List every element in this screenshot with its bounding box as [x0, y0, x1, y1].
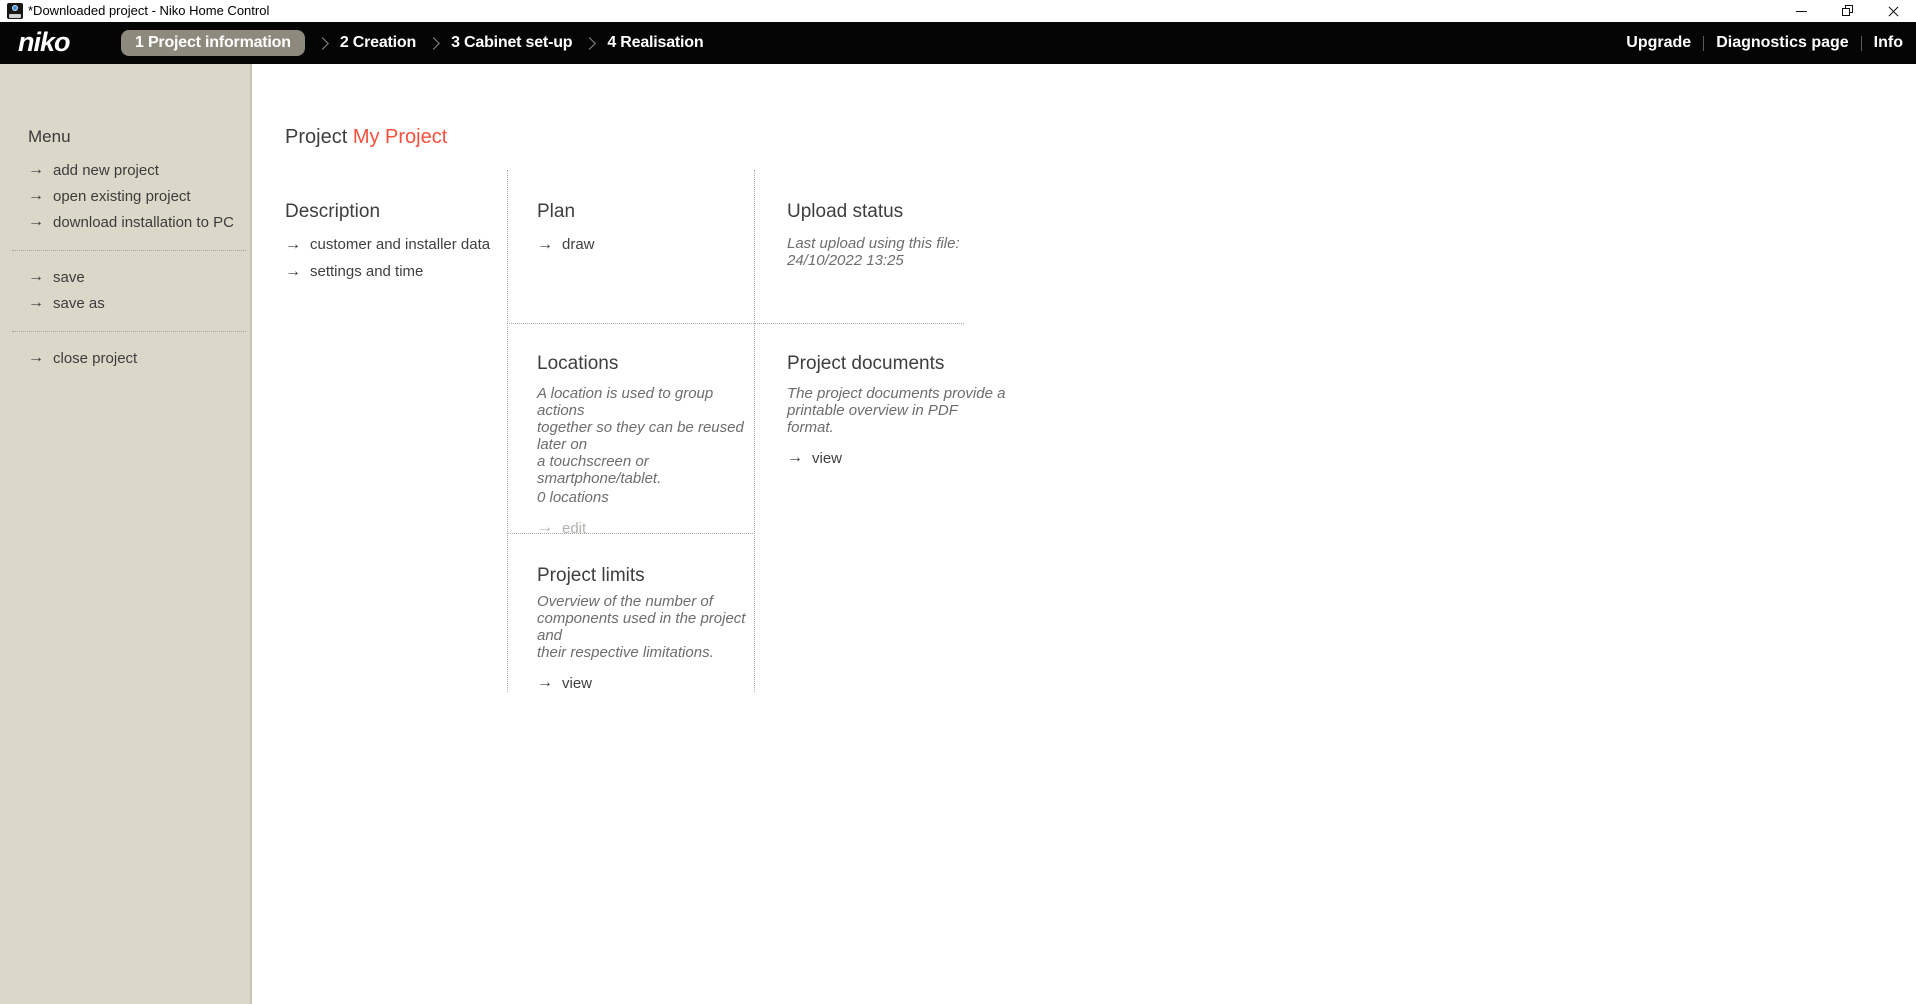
section-project-documents: Project documents The project documents …: [787, 352, 1007, 468]
window-controls: [1778, 0, 1916, 22]
sidebar-item-close-project[interactable]: → close project: [0, 345, 250, 371]
project-documents-description: The project documents provide a printabl…: [787, 385, 1006, 436]
minimize-button[interactable]: [1778, 0, 1824, 22]
link-label: draw: [562, 236, 595, 253]
link-label: customer and installer data: [310, 236, 491, 253]
column-divider: [507, 170, 508, 692]
minimize-icon: [1796, 11, 1807, 12]
arrow-right-icon: →: [28, 187, 44, 204]
sidebar-item-label: add new project: [53, 161, 159, 179]
section-heading: Plan: [537, 201, 576, 222]
sidebar-item-label: save: [53, 268, 85, 286]
tab-project-information[interactable]: 1 Project information: [121, 30, 305, 56]
section-plan: Plan → draw: [537, 200, 737, 258]
section-heading: Project limits: [537, 565, 645, 586]
sidebar-item-download-installation[interactable]: → download installation to PC: [0, 209, 250, 235]
settings-and-time-link[interactable]: → settings and time: [285, 258, 507, 285]
arrow-right-icon: →: [537, 235, 553, 253]
menu-group-save: → save → save as: [0, 264, 250, 316]
tab-realisation[interactable]: 4 Realisation: [607, 30, 703, 56]
sidebar-item-label: open existing project: [53, 187, 191, 205]
link-label: settings and time: [310, 263, 424, 280]
section-heading: Locations: [537, 353, 619, 374]
top-nav-bar: niko 1 Project information 2 Creation 3 …: [0, 22, 1916, 64]
section-heading: Upload status: [787, 201, 904, 222]
tab-cabinet-setup[interactable]: 3 Cabinet set-up: [451, 30, 572, 56]
arrow-right-icon: →: [285, 235, 301, 253]
project-name: My Project: [352, 126, 448, 148]
sidebar-divider: [12, 331, 246, 332]
tab-creation[interactable]: 2 Creation: [340, 30, 416, 56]
section-project-limits: Project limits Overview of the number of…: [537, 564, 752, 693]
locations-count: 0 locations: [537, 489, 609, 506]
section-heading: Description: [285, 201, 381, 222]
last-upload-note: Last upload using this file: 24/10/2022 …: [787, 235, 960, 269]
page-title-prefix: Project: [285, 126, 353, 148]
draw-link[interactable]: → draw: [537, 231, 737, 258]
arrow-right-icon: →: [537, 674, 553, 691]
section-locations: Locations A location is used to group ac…: [537, 352, 747, 538]
sidebar-item-save-as[interactable]: → save as: [0, 290, 250, 316]
link-label: view: [562, 674, 593, 692]
column-divider: [754, 170, 755, 692]
arrow-right-icon: →: [28, 161, 44, 178]
niko-logo: niko: [18, 27, 71, 57]
niko-app-icon-dot: [12, 5, 18, 11]
arrow-right-icon: →: [28, 213, 44, 230]
arrow-right-icon: →: [787, 449, 803, 466]
menu-heading: Menu: [28, 127, 71, 146]
arrow-right-icon: →: [28, 268, 44, 285]
info-link[interactable]: Info: [1874, 34, 1903, 52]
section-description: Description → customer and installer dat…: [285, 200, 507, 285]
project-limits-description: Overview of the number of components use…: [537, 593, 746, 661]
locations-description: A location is used to group actions toge…: [537, 385, 744, 487]
sidebar-item-open-existing-project[interactable]: → open existing project: [0, 183, 250, 209]
main-content: Project My Project Description → custome…: [254, 64, 1916, 1004]
nav-utility-links: Upgrade Diagnostics page Info: [1626, 22, 1903, 64]
nav-separator: [1703, 35, 1705, 51]
sidebar-item-label: download installation to PC: [53, 213, 234, 231]
section-heading: Project documents: [787, 353, 945, 374]
sidebar-divider: [12, 250, 246, 251]
link-label: view: [812, 449, 843, 467]
nav-separator: [1860, 35, 1862, 51]
chevron-right-icon: [315, 36, 329, 50]
close-button[interactable]: [1870, 0, 1916, 22]
page-title: Project My Project: [285, 126, 447, 149]
niko-app-icon: [7, 3, 23, 19]
link-label: edit: [562, 519, 587, 537]
arrow-right-icon: →: [28, 294, 44, 311]
arrow-right-icon: →: [537, 519, 553, 536]
view-project-limits-link[interactable]: → view: [537, 673, 752, 693]
section-upload-status: Upload status Last upload using this fil…: [787, 200, 1002, 269]
wizard-steps: 1 Project information 2 Creation 3 Cabin…: [121, 22, 704, 64]
arrow-right-icon: →: [285, 262, 301, 280]
edit-locations-link[interactable]: → edit: [537, 518, 747, 538]
upgrade-link[interactable]: Upgrade: [1626, 34, 1691, 52]
diagnostics-page-link[interactable]: Diagnostics page: [1716, 34, 1848, 52]
menu-group-project: → add new project → open existing projec…: [0, 157, 250, 235]
restore-button[interactable]: [1824, 0, 1870, 22]
sidebar-item-label: save as: [53, 294, 105, 312]
sidebar-item-label: close project: [53, 349, 138, 367]
menu-group-close: → close project: [0, 345, 250, 371]
niko-app-icon-wordmark: [9, 14, 21, 18]
row-divider: [507, 323, 964, 324]
chevron-right-icon: [583, 36, 597, 50]
view-project-documents-link[interactable]: → view: [787, 448, 1007, 468]
title-bar: *Downloaded project - Niko Home Control: [0, 0, 1916, 22]
sidebar-item-save[interactable]: → save: [0, 264, 250, 290]
arrow-right-icon: →: [28, 349, 44, 366]
chevron-right-icon: [427, 36, 440, 50]
window-title: *Downloaded project - Niko Home Control: [28, 3, 270, 18]
sidebar-menu: Menu → add new project → open existing p…: [0, 64, 252, 1004]
customer-and-installer-data-link[interactable]: → customer and installer data: [285, 231, 507, 258]
niko-home-control-window: *Downloaded project - Niko Home Control …: [0, 0, 1916, 1004]
sidebar-item-add-new-project[interactable]: → add new project: [0, 157, 250, 183]
